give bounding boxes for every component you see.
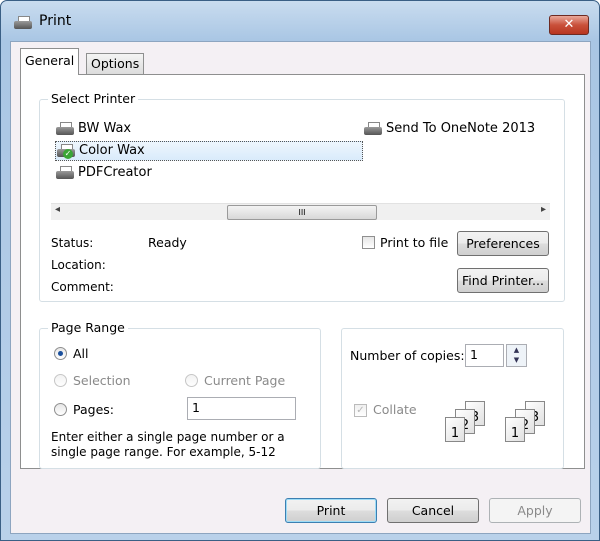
- selection-radio[interactable]: [54, 374, 67, 387]
- printer-icon: [55, 165, 75, 180]
- pages-radio[interactable]: [54, 403, 67, 416]
- print-to-file-label: Print to file: [380, 235, 449, 250]
- spin-down-icon[interactable]: ▼: [507, 355, 526, 365]
- copies-label: Number of copies:: [350, 348, 465, 363]
- horizontal-scrollbar[interactable]: ◂ III ▸: [51, 203, 550, 220]
- page-1-icon: 1: [505, 417, 525, 442]
- printer-icon: [55, 121, 75, 136]
- general-panel: Select Printer BW Wax ✓ Color Wax PDFCrea…: [20, 74, 585, 469]
- page-range-group: Page Range All Selection Current Page Pa…: [39, 320, 321, 469]
- scroll-right-icon[interactable]: ▸: [541, 204, 546, 215]
- comment-label: Comment:: [51, 280, 114, 294]
- apply-button[interactable]: Apply: [489, 498, 581, 523]
- spin-up-icon[interactable]: ▲: [507, 345, 526, 355]
- printer-item[interactable]: Send To OneNote 2013: [363, 121, 535, 136]
- window-title: Print: [39, 13, 72, 29]
- tab-options[interactable]: Options: [86, 53, 145, 74]
- scroll-left-icon[interactable]: ◂: [55, 204, 60, 215]
- find-printer-button[interactable]: Find Printer...: [457, 268, 549, 293]
- cancel-button[interactable]: Cancel: [387, 498, 479, 523]
- collate-label: Collate: [373, 402, 417, 417]
- location-label: Location:: [51, 258, 106, 272]
- print-button[interactable]: Print: [285, 498, 377, 523]
- selection-label: Selection: [73, 373, 131, 388]
- pages-label: Pages:: [73, 402, 114, 417]
- select-printer-label: Select Printer: [48, 91, 139, 106]
- printer-name: BW Wax: [78, 121, 132, 136]
- page-1-icon: 1: [445, 417, 465, 442]
- current-page-label: Current Page: [204, 373, 286, 388]
- page-range-hint: Enter either a single page number or a s…: [51, 430, 285, 459]
- preferences-button[interactable]: Preferences: [457, 231, 549, 256]
- printer-name: Send To OneNote 2013: [386, 121, 536, 136]
- default-printer-icon: ✓: [56, 143, 76, 159]
- copies-input[interactable]: 1: [465, 344, 504, 367]
- select-printer-group: Select Printer BW Wax ✓ Color Wax PDFCrea…: [39, 91, 565, 302]
- printer-item[interactable]: PDFCreator: [55, 165, 152, 180]
- print-dialog: Print ✕ General Options Select Printer B…: [0, 0, 600, 541]
- all-label: All: [73, 346, 89, 361]
- printer-name: PDFCreator: [78, 165, 152, 180]
- copies-group: Number of copies: 1 ▲ ▼ ✓ Collate 3 2 1 3…: [341, 328, 564, 469]
- page-range-label: Page Range: [48, 320, 128, 335]
- print-to-file-checkbox[interactable]: [362, 236, 375, 249]
- tab-general[interactable]: General: [20, 48, 80, 75]
- status-value: Ready: [148, 235, 187, 250]
- scroll-thumb[interactable]: III: [227, 205, 377, 220]
- printer-name: Color Wax: [79, 143, 145, 158]
- collate-checkbox[interactable]: ✓: [354, 404, 367, 417]
- current-page-radio[interactable]: [185, 374, 198, 387]
- close-button[interactable]: ✕: [549, 15, 589, 35]
- printer-icon: [13, 15, 33, 30]
- copies-spinner[interactable]: ▲ ▼: [506, 344, 527, 367]
- printer-item[interactable]: BW Wax: [55, 121, 131, 136]
- printer-icon: [363, 121, 383, 136]
- pages-input[interactable]: 1: [187, 397, 296, 420]
- status-label: Status:: [51, 236, 94, 250]
- printer-item-selected[interactable]: ✓ Color Wax: [55, 141, 363, 161]
- all-radio[interactable]: [54, 347, 67, 360]
